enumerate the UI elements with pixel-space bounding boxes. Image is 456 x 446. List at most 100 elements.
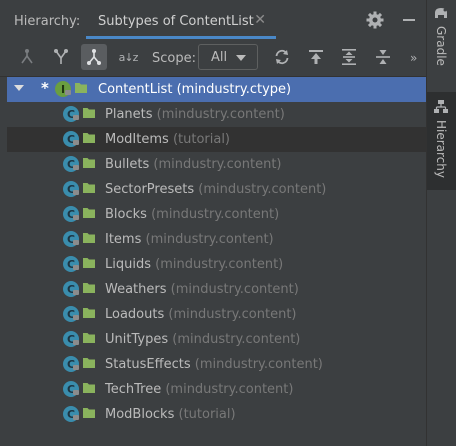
class-name: ModBlocks bbox=[105, 407, 175, 422]
folder-icon bbox=[83, 383, 95, 393]
tree-row-label: TechTree (mindustry.content) bbox=[105, 382, 293, 397]
folder-icon bbox=[83, 158, 95, 168]
lock-icon bbox=[73, 415, 79, 420]
tree-row-sectorpresets[interactable]: C SectorPresets (mindustry.content) bbox=[7, 177, 426, 202]
folder-icon bbox=[83, 333, 95, 343]
tab-label: Subtypes of ContentList bbox=[98, 14, 254, 29]
folder-icon bbox=[83, 208, 95, 218]
package-name: (mindustry.content) bbox=[145, 232, 274, 247]
tree-row-unittypes[interactable]: C UnitTypes (mindustry.content) bbox=[7, 327, 426, 352]
class-name: SectorPresets bbox=[105, 182, 195, 197]
package-name: (mindustry.content) bbox=[165, 382, 294, 397]
class-name: Loadouts bbox=[105, 307, 165, 322]
package-name: (mindustry.content) bbox=[155, 257, 284, 272]
chevron-down-icon[interactable] bbox=[14, 85, 24, 91]
scope-label: Scope: bbox=[152, 51, 196, 66]
folder-icon bbox=[83, 258, 95, 268]
tree-row-planets[interactable]: C Planets (mindustry.content) bbox=[7, 102, 426, 127]
tree-row-modblocks[interactable]: C ModBlocks (tutorial) bbox=[7, 402, 426, 427]
package-name: (mindustry.content) bbox=[198, 182, 327, 197]
sort-alpha-icon: a↓z bbox=[118, 50, 139, 64]
lock-icon bbox=[73, 315, 79, 320]
tree-row-label: Weathers (mindustry.content) bbox=[105, 282, 299, 297]
class-name: TechTree bbox=[105, 382, 162, 397]
folder-icon bbox=[75, 83, 87, 93]
type-hierarchy-icon bbox=[54, 49, 68, 64]
tree-row-label: Bullets (mindustry.content) bbox=[105, 157, 282, 172]
class-name: Blocks bbox=[105, 207, 147, 222]
type-hierarchy-button[interactable] bbox=[48, 44, 74, 70]
more-actions-icon[interactable]: » bbox=[410, 51, 417, 65]
folder-icon bbox=[83, 233, 95, 243]
tree-row-label: ModBlocks (tutorial) bbox=[105, 407, 236, 422]
panel-header: Hierarchy: Subtypes of ContentList ✕ bbox=[0, 0, 426, 41]
lock-icon bbox=[73, 365, 79, 370]
folder-icon bbox=[83, 183, 95, 193]
refresh-button[interactable] bbox=[269, 44, 295, 70]
tree-row-liquids[interactable]: C Liquids (mindustry.content) bbox=[7, 252, 426, 277]
tree-root-row[interactable]: * I ContentList (mindustry.ctype) bbox=[7, 77, 426, 102]
package-name: (mindustry.content) bbox=[156, 107, 285, 122]
tree-row-weathers[interactable]: C Weathers (mindustry.content) bbox=[7, 277, 426, 302]
scroll-to-top-button[interactable] bbox=[303, 44, 329, 70]
folder-icon bbox=[83, 283, 95, 293]
minimize-icon[interactable] bbox=[402, 11, 416, 29]
hierarchy-icon bbox=[434, 100, 448, 113]
tab-subtypes[interactable]: Subtypes of ContentList ✕ bbox=[86, 8, 276, 39]
supertypes-hierarchy-button[interactable] bbox=[14, 44, 40, 70]
package-name: (mindustry.content) bbox=[170, 282, 299, 297]
tree-row-loadouts[interactable]: C Loadouts (mindustry.content) bbox=[7, 302, 426, 327]
collapse-all-button[interactable] bbox=[370, 44, 396, 70]
sort-alphabetically-button[interactable]: a↓z bbox=[115, 44, 141, 70]
expand-all-button[interactable] bbox=[336, 44, 362, 70]
refresh-icon bbox=[275, 49, 289, 65]
lock-icon bbox=[65, 90, 71, 95]
tree-row-label: Planets (mindustry.content) bbox=[105, 107, 285, 122]
collapse-all-icon bbox=[376, 50, 390, 64]
tree-row-items[interactable]: C Items (mindustry.content) bbox=[7, 227, 426, 252]
folder-icon bbox=[83, 133, 95, 143]
hierarchy-tool-window: Hierarchy: Subtypes of ContentList ✕ a↓z… bbox=[0, 0, 456, 446]
package-name: (mindustry.content) bbox=[168, 307, 297, 322]
tree-row-label: Liquids (mindustry.content) bbox=[105, 257, 283, 272]
tree-row-techtree[interactable]: C TechTree (mindustry.content) bbox=[7, 377, 426, 402]
hierarchy-tree: * I ContentList (mindustry.ctype) C Plane… bbox=[0, 77, 426, 446]
tree-row-label: Loadouts (mindustry.content) bbox=[105, 307, 297, 322]
package-name: (mindustry.content) bbox=[151, 207, 280, 222]
tree-row-label: Items (mindustry.content) bbox=[105, 232, 274, 247]
hierarchy-panel: Hierarchy: Subtypes of ContentList ✕ a↓z… bbox=[0, 0, 426, 446]
class-name: UnitTypes bbox=[105, 332, 169, 347]
hierarchy-tab-label: Hierarchy bbox=[434, 120, 448, 179]
supertypes-icon bbox=[21, 49, 33, 64]
hierarchy-label: Hierarchy: bbox=[14, 14, 81, 29]
tree-root-label: ContentList (mindustry.ctype) bbox=[98, 82, 291, 97]
expand-all-icon bbox=[342, 49, 356, 65]
right-tool-strip: Gradle Hierarchy bbox=[426, 0, 456, 446]
subtypes-icon bbox=[87, 49, 101, 65]
class-name: Bullets bbox=[105, 157, 150, 172]
tree-row-bullets[interactable]: C Bullets (mindustry.content) bbox=[7, 152, 426, 177]
tree-row-statuseffects[interactable]: C StatusEffects (mindustry.content) bbox=[7, 352, 426, 377]
class-name: Weathers bbox=[105, 282, 167, 297]
subtypes-hierarchy-button[interactable] bbox=[81, 44, 107, 70]
lock-icon bbox=[73, 215, 79, 220]
hierarchy-toolbar: a↓z Scope: All » bbox=[0, 40, 426, 77]
gear-icon[interactable] bbox=[366, 11, 384, 29]
package-name: (mindustry.content) bbox=[194, 357, 323, 372]
lock-icon bbox=[73, 390, 79, 395]
gradle-tool-button[interactable]: Gradle bbox=[427, 0, 456, 88]
folder-icon bbox=[83, 358, 95, 368]
scope-select[interactable]: All bbox=[198, 44, 258, 70]
tree-row-blocks[interactable]: C Blocks (mindustry.content) bbox=[7, 202, 426, 227]
class-name: StatusEffects bbox=[105, 357, 191, 372]
tree-row-label: ModItems (tutorial) bbox=[105, 132, 230, 147]
tab-close-icon[interactable]: ✕ bbox=[254, 12, 266, 28]
class-name: Items bbox=[105, 232, 142, 247]
tree-row-moditems[interactable]: C ModItems (tutorial) bbox=[7, 127, 426, 152]
package-name: (tutorial) bbox=[178, 407, 236, 422]
folder-icon bbox=[83, 408, 95, 418]
class-name: Planets bbox=[105, 107, 153, 122]
arrow-up-to-line-icon bbox=[309, 50, 323, 64]
hierarchy-tool-button[interactable]: Hierarchy bbox=[427, 92, 456, 190]
gradle-elephant-icon bbox=[435, 8, 447, 18]
